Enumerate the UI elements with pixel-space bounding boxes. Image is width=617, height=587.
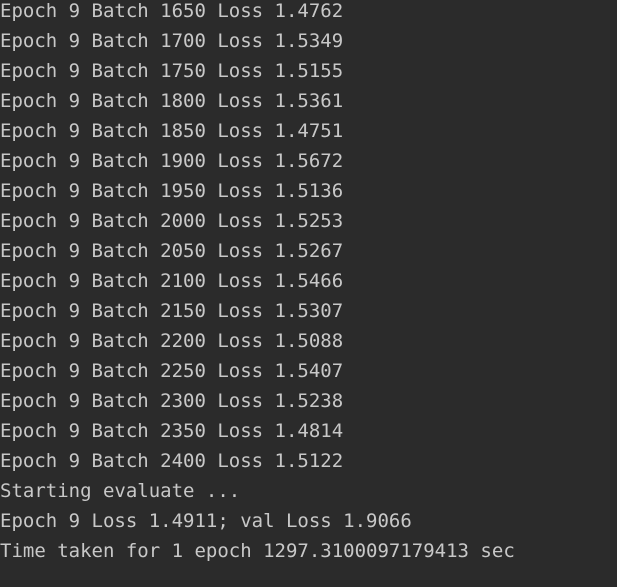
console-line: Epoch 9 Batch 2350 Loss 1.4814 bbox=[0, 420, 344, 442]
console-line: Epoch 9 Batch 1700 Loss 1.5349 bbox=[0, 30, 344, 52]
console-line: Epoch 9 Batch 1950 Loss 1.5136 bbox=[0, 180, 344, 202]
console-output[interactable]: Epoch 9 Batch 1650 Loss 1.4762 Epoch 9 B… bbox=[0, 0, 617, 583]
console-line: Epoch 9 Batch 1650 Loss 1.4762 bbox=[0, 0, 344, 22]
console-line: Starting evaluate ... bbox=[0, 480, 241, 502]
console-line: Time taken for 1 epoch 1297.310009717941… bbox=[0, 540, 515, 562]
console-line: Epoch 9 Batch 2000 Loss 1.5253 bbox=[0, 210, 344, 232]
console-line: Epoch 9 Batch 2400 Loss 1.5122 bbox=[0, 450, 344, 472]
console-line: Epoch 9 Batch 1850 Loss 1.4751 bbox=[0, 120, 344, 142]
console-line: Epoch 9 Batch 1900 Loss 1.5672 bbox=[0, 150, 344, 172]
console-line: Epoch 9 Batch 2200 Loss 1.5088 bbox=[0, 330, 344, 352]
console-line: Epoch 9 Loss 1.4911; val Loss 1.9066 bbox=[0, 510, 412, 532]
console-line: Epoch 9 Batch 2300 Loss 1.5238 bbox=[0, 390, 344, 412]
console-line: Epoch 9 Batch 2050 Loss 1.5267 bbox=[0, 240, 344, 262]
console-line: Epoch 9 Batch 2150 Loss 1.5307 bbox=[0, 300, 344, 322]
console-line: Epoch 9 Batch 1800 Loss 1.5361 bbox=[0, 90, 344, 112]
console-line: Epoch 9 Batch 2100 Loss 1.5466 bbox=[0, 270, 344, 292]
console-line: Epoch 9 Batch 2250 Loss 1.5407 bbox=[0, 360, 344, 382]
console-line: Epoch 9 Batch 1750 Loss 1.5155 bbox=[0, 60, 344, 82]
